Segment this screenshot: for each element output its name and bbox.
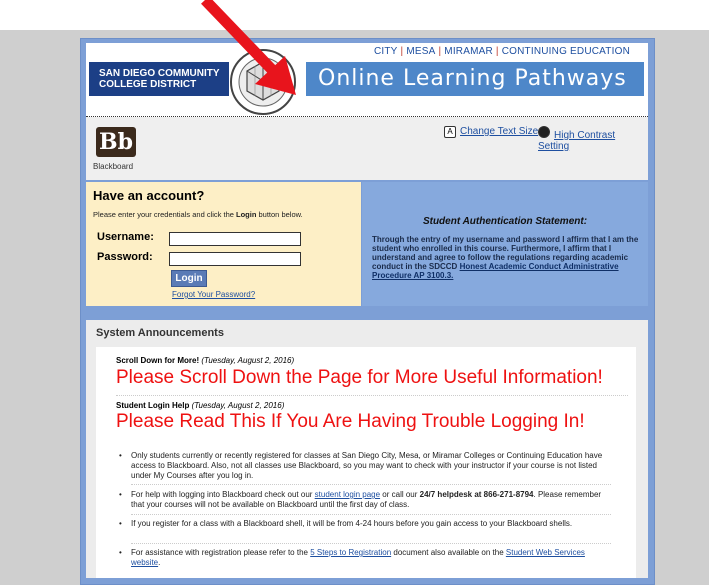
site-banner: Online Learning Pathways: [306, 62, 644, 96]
authentication-panel: Student Authentication Statement: Throug…: [362, 182, 648, 306]
announcements-list: Scroll Down for More! (Tuesday, August 2…: [96, 347, 636, 578]
announcement-headline: Please Scroll Down the Page for More Use…: [116, 367, 603, 388]
username-input[interactable]: [169, 232, 301, 246]
text-size-icon: A: [444, 126, 456, 138]
username-label: Username:: [97, 231, 154, 243]
password-input[interactable]: [169, 252, 301, 266]
forgot-password-link[interactable]: Forgot Your Password?: [172, 290, 255, 299]
announcements-heading: System Announcements: [96, 327, 224, 339]
district-line-1: SAN DIEGO COMMUNITY: [99, 68, 220, 79]
link-mesa[interactable]: MESA: [406, 46, 435, 57]
change-text-size-link[interactable]: A Change Text Size: [444, 126, 538, 138]
divider: [131, 484, 611, 485]
divider: [131, 514, 611, 515]
district-name: SAN DIEGO COMMUNITY COLLEGE DISTRICT: [89, 62, 229, 96]
divider: [116, 395, 628, 396]
page-top-strip: [0, 0, 709, 30]
announcement-title: Scroll Down for More! (Tuesday, August 2…: [116, 356, 295, 365]
link-city[interactable]: CITY: [374, 46, 398, 57]
list-item: For assistance with registration please …: [119, 548, 611, 568]
change-text-size-label: Change Text Size: [460, 126, 539, 137]
divider: [131, 543, 611, 544]
login-title: Have an account?: [93, 188, 205, 203]
student-login-page-link[interactable]: student login page: [315, 490, 380, 499]
site-header: CITY | MESA | MIRAMAR | CONTINUING EDUCATION S…: [86, 43, 648, 117]
login-button[interactable]: Login: [171, 270, 207, 287]
auth-statement-title: Student Authentication Statement:: [422, 216, 588, 227]
blackboard-logo: Bb: [96, 127, 136, 157]
link-continuing-education[interactable]: CONTINUING EDUCATION: [502, 46, 630, 57]
five-steps-link[interactable]: 5 Steps to Registration: [310, 548, 391, 557]
link-miramar[interactable]: MIRAMAR: [444, 46, 493, 57]
district-line-2: COLLEGE DISTRICT: [99, 79, 197, 90]
list-item: Only students currently or recently regi…: [119, 451, 611, 481]
password-label: Password:: [97, 251, 153, 263]
blackboard-label: Blackboard: [93, 162, 134, 171]
system-announcements: System Announcements Scroll Down for Mor…: [86, 320, 648, 578]
login-instructions: Please enter your credentials and click …: [93, 210, 303, 219]
contrast-icon: [538, 126, 550, 138]
announcement-headline: Please Read This If You Are Having Troub…: [116, 411, 585, 432]
list-item: For help with logging into Blackboard ch…: [119, 490, 611, 510]
blackboard-toolbar: Bb Blackboard A Change Text Size High Con…: [86, 117, 648, 180]
high-contrast-link[interactable]: High Contrast Setting: [538, 126, 648, 152]
college-links: CITY | MESA | MIRAMAR | CONTINUING EDUCATION: [373, 46, 630, 57]
district-seal-logo: [230, 49, 296, 115]
login-panel: Have an account? Please enter your crede…: [86, 182, 361, 306]
auth-statement-text: Through the entry of my username and pas…: [372, 235, 639, 280]
list-item: If you register for a class with a Black…: [119, 519, 611, 529]
announcement-title: Student Login Help (Tuesday, August 2, 2…: [116, 401, 285, 410]
site-title: Online Learning Pathways: [318, 66, 627, 91]
